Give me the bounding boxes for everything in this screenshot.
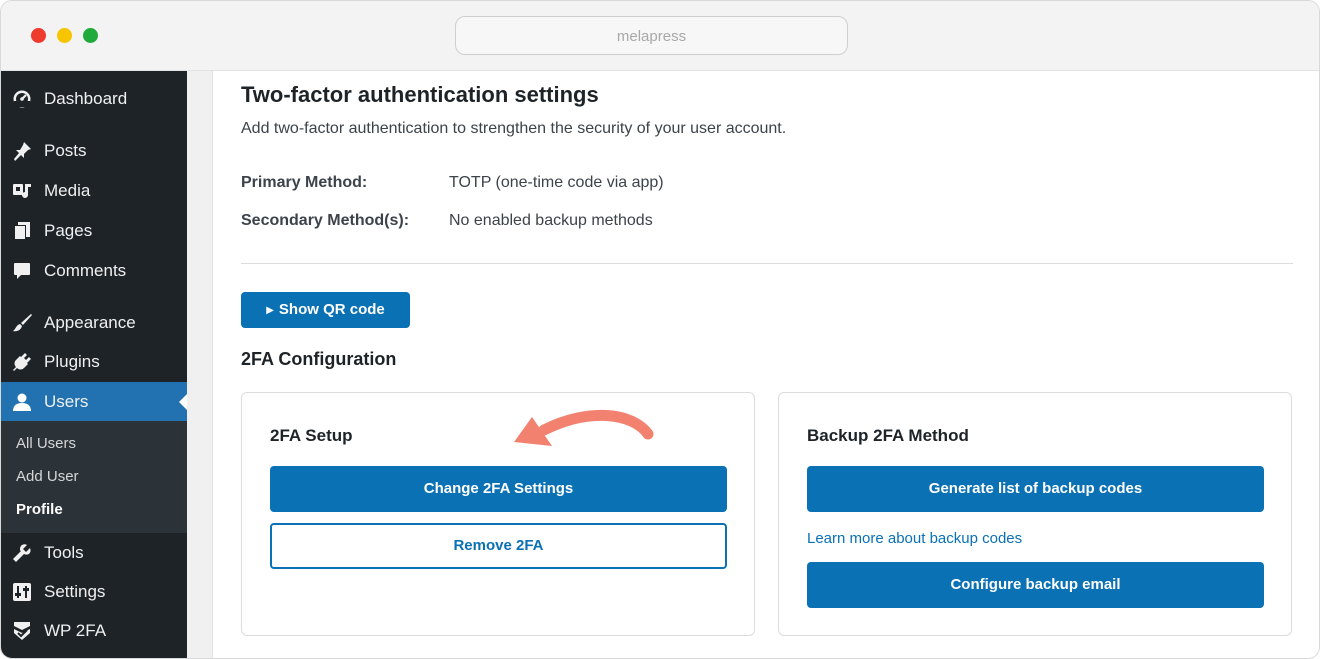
sidebar-item-users[interactable]: Users	[1, 382, 187, 422]
sidebar-item-label: Plugins	[44, 352, 100, 371]
primary-method-value: TOTP (one-time code via app)	[449, 174, 664, 191]
sidebar-item-media[interactable]: Media	[1, 171, 187, 211]
show-qr-code-button[interactable]: ▶ Show QR code	[241, 292, 410, 328]
pages-icon	[14, 222, 30, 240]
plug-icon	[13, 353, 31, 371]
settings-icon	[13, 583, 31, 601]
sidebar-item-label: WP 2FA	[44, 621, 107, 640]
sidebar-item-label: Dashboard	[44, 89, 128, 108]
annotation-arrow-icon	[514, 409, 654, 446]
sidebar-item-label: Comments	[44, 261, 127, 280]
sidebar-item-appearance[interactable]: Appearance	[1, 303, 187, 343]
config-heading: 2FA Configuration	[241, 349, 397, 369]
maximize-window-button[interactable]	[83, 28, 98, 43]
minimize-window-button[interactable]	[57, 28, 72, 43]
submenu-item-add-user[interactable]: Add User	[16, 467, 79, 487]
pin-icon	[14, 142, 31, 161]
close-window-button[interactable]	[31, 28, 46, 43]
wp2fa-icon	[14, 622, 30, 640]
backup-2fa-card: Backup 2FA Method Generate list of backu…	[778, 392, 1292, 636]
sidebar-item-label: Users	[44, 392, 89, 411]
dashboard-icon	[13, 90, 31, 108]
wrench-icon	[13, 544, 31, 562]
primary-method-label: Primary Method:	[241, 174, 368, 191]
sidebar-item-pages[interactable]: Pages	[1, 211, 187, 251]
sidebar-item-label: Settings	[44, 582, 106, 601]
content-gutter	[187, 71, 213, 658]
comment-icon	[14, 263, 30, 279]
sidebar-item-label: Pages	[44, 221, 93, 240]
2fa-setup-card: 2FA Setup Change 2FA Settings Remove 2FA	[241, 392, 755, 636]
brush-icon	[13, 314, 32, 332]
users-submenu: All Users Add User Profile	[1, 421, 187, 533]
submenu-item-profile[interactable]: Profile	[16, 500, 63, 520]
secondary-method-label: Secondary Method(s):	[241, 212, 410, 229]
user-icon	[13, 393, 31, 411]
media-icon	[13, 184, 31, 198]
browser-titlebar: melapress	[1, 1, 1319, 71]
sidebar-item-posts[interactable]: Posts	[1, 131, 187, 171]
address-bar[interactable]: melapress	[455, 16, 848, 55]
play-triangle-icon: ▶	[266, 305, 274, 316]
submenu-item-all-users[interactable]: All Users	[16, 434, 76, 454]
admin-sidebar: Dashboard Posts Media Pages Comments App…	[1, 71, 187, 658]
sidebar-item-label: Posts	[44, 141, 87, 160]
sidebar-item-wp-2fa[interactable]: WP 2FA	[1, 611, 187, 651]
sidebar-item-label: Appearance	[44, 313, 136, 332]
card-title: 2FA Setup	[270, 426, 353, 445]
sidebar-item-tools[interactable]: Tools	[1, 533, 187, 573]
sidebar-item-dashboard[interactable]: Dashboard	[1, 79, 187, 119]
generate-backup-codes-button[interactable]: Generate list of backup codes	[807, 466, 1264, 512]
section-divider	[241, 263, 1293, 264]
main-content: Two-factor authentication settings Add t…	[213, 71, 1319, 658]
secondary-method-value: No enabled backup methods	[449, 212, 653, 229]
configure-backup-email-button[interactable]: Configure backup email	[807, 562, 1264, 608]
browser-window: melapress Dashboard Posts Media Pages Co…	[0, 0, 1320, 659]
sidebar-item-label: Tools	[44, 543, 84, 562]
sidebar-item-comments[interactable]: Comments	[1, 251, 187, 291]
remove-2fa-button[interactable]: Remove 2FA	[270, 523, 727, 569]
learn-backup-codes-link[interactable]: Learn more about backup codes	[807, 529, 1022, 549]
sidebar-item-label: Media	[44, 181, 91, 200]
sidebar-item-settings[interactable]: Settings	[1, 572, 187, 612]
show-qr-code-label: Show QR code	[278, 301, 385, 318]
card-title: Backup 2FA Method	[807, 426, 969, 445]
change-2fa-settings-button[interactable]: Change 2FA Settings	[270, 466, 727, 512]
page-description: Add two-factor authentication to strengt…	[241, 120, 787, 137]
sidebar-item-plugins[interactable]: Plugins	[1, 342, 187, 382]
page-title: Two-factor authentication settings	[241, 82, 599, 107]
